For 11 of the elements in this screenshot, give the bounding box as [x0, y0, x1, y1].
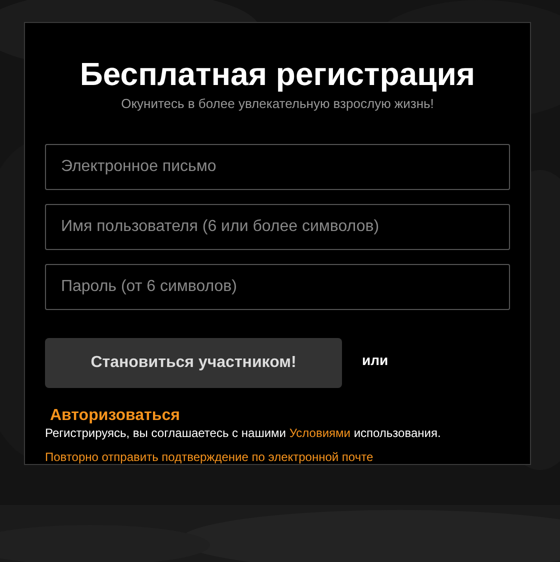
login-link[interactable]: Авторизоваться: [50, 407, 180, 425]
resend-link[interactable]: Повторно отправить подтверждение по электронной почте: [45, 449, 374, 465]
form-title: Бесплатная регистрация: [78, 55, 476, 94]
submit-button[interactable]: Становиться участником!: [45, 338, 342, 388]
subtitle: Окунитесь в более увлекательную взрослую жизнь!: [120, 96, 435, 112]
terms-text: Регистрируясь, вы соглашаетесь с нашими Условиями использования.: [45, 425, 442, 441]
input-field[interactable]: Имя пользователя (6 или более символов): [45, 204, 510, 250]
input-field[interactable]: Электронное письмо: [45, 144, 510, 190]
input-field[interactable]: Пароль (от 6 символов): [45, 264, 510, 310]
terms-link[interactable]: Условиями: [289, 426, 350, 440]
or-text: или: [362, 352, 388, 368]
